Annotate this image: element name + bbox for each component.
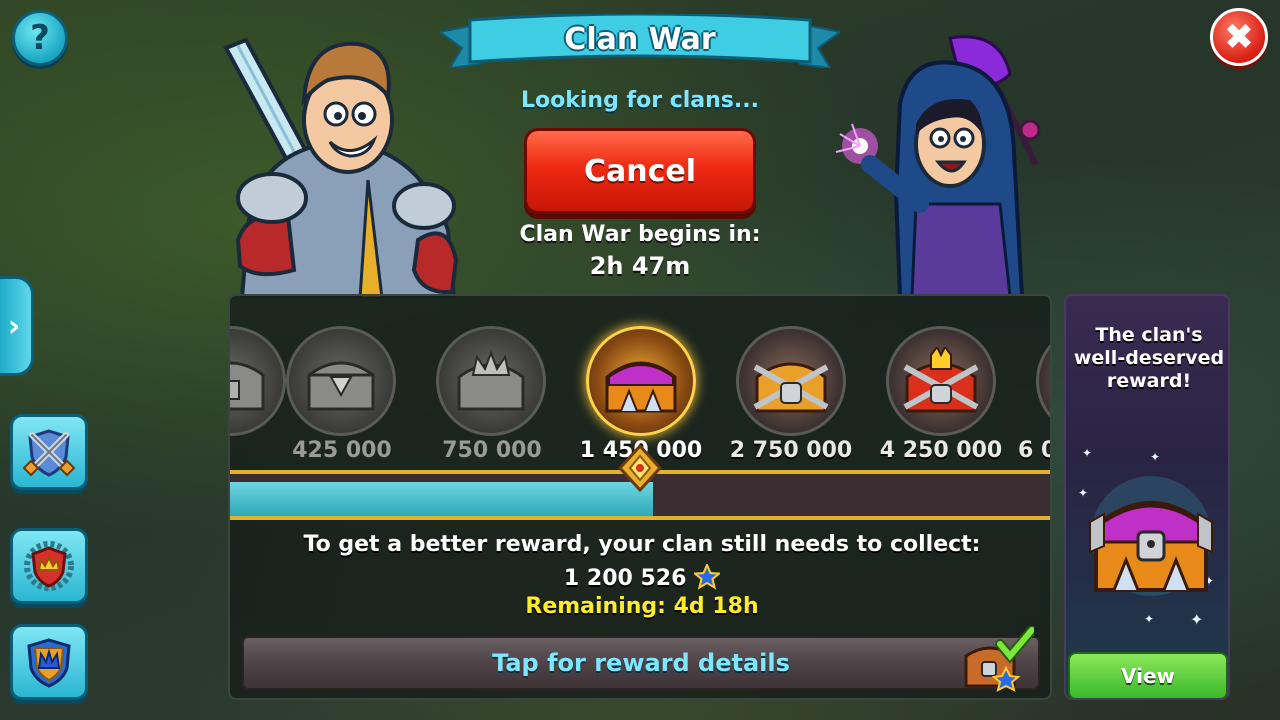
reward-track-panel: 0 425 000 750 000 1 450 00	[228, 294, 1052, 700]
silver-crown-chest-icon	[457, 350, 525, 411]
chest-tier-0[interactable]	[230, 326, 286, 436]
reward-title-line1: The clan's	[1095, 324, 1203, 346]
search-status: Looking for clans...	[521, 88, 759, 113]
collect-amount-value: 1 200 526	[563, 566, 687, 591]
sparkle-icon: ✦	[1082, 446, 1093, 460]
chest-tier-6[interactable]	[1036, 326, 1052, 436]
knight-character	[223, 37, 459, 298]
sparkle-icon: ✦	[1190, 610, 1204, 629]
chained-red-chest-icon	[903, 347, 979, 413]
progress-fill	[230, 482, 653, 516]
reward-details-label: Tap for reward details	[492, 649, 790, 677]
crossed-swords-shield-icon	[22, 429, 76, 477]
silver-chest-icon	[230, 361, 265, 411]
sparkle-icon: ✦	[1150, 450, 1161, 464]
reward-title-line3: reward!	[1106, 370, 1192, 392]
chest-tier-3-current[interactable]	[586, 326, 696, 436]
sidebar-clan-rank-button[interactable]	[10, 528, 88, 604]
chevron-right-icon: ›	[7, 308, 21, 344]
crown-laurel-badge-icon	[24, 541, 74, 591]
side-panel-toggle[interactable]: ›	[0, 276, 34, 376]
purple-chest-icon	[1051, 347, 1052, 417]
war-begins-timer: 2h 47m	[589, 252, 691, 280]
remaining-time: Remaining: 4d 18h	[525, 594, 759, 619]
chest-tier-2[interactable]	[436, 326, 546, 436]
chest-tier-5[interactable]	[886, 326, 996, 436]
witch-character	[835, 35, 1041, 296]
silver-chest-icon	[307, 361, 375, 411]
chained-chest-icon	[753, 362, 829, 413]
help-icon: ?	[30, 18, 50, 58]
clan-reward-panel: The clan's well-deserved reward! ✦ ✦ ✦ ✦…	[1064, 294, 1230, 700]
war-begins-label: Clan War begins in:	[519, 222, 761, 247]
blue-star-icon	[692, 562, 722, 590]
reward-title: The clan's well-deserved reward!	[1066, 324, 1228, 393]
close-icon: ✖	[1223, 16, 1255, 58]
view-label: View	[1120, 664, 1176, 688]
collect-instruction: To get a better reward, your clan still …	[303, 532, 981, 557]
close-button[interactable]: ✖	[1210, 8, 1268, 66]
chest-value-4: 2 750 000	[729, 438, 853, 463]
chest-check-icon	[964, 626, 1034, 692]
reward-details-button[interactable]: Tap for reward details	[242, 626, 1040, 692]
crown-shield-icon	[27, 638, 71, 688]
help-button[interactable]: ?	[12, 10, 68, 66]
sparkle-icon: ✦	[1144, 612, 1155, 626]
chest-value-1: 425 000	[292, 438, 392, 463]
collect-amount: 1 200 526	[230, 562, 1050, 591]
view-reward-button[interactable]: View	[1068, 652, 1228, 698]
title-banner: Clan War	[440, 14, 840, 68]
chest-value-6: 6 0	[1018, 438, 1050, 463]
cancel-button[interactable]: Cancel	[524, 128, 756, 214]
progress-marker-icon	[617, 444, 663, 492]
purple-chest-icon	[1089, 476, 1213, 596]
reward-title-line2: well-deserved	[1073, 347, 1225, 369]
sidebar-clan-war-button[interactable]	[10, 414, 88, 490]
purple-chest-icon	[605, 361, 677, 413]
chest-tier-4[interactable]	[736, 326, 846, 436]
sidebar-clan-button[interactable]	[10, 624, 88, 700]
chest-value-2: 750 000	[442, 438, 542, 463]
chest-value-5: 4 250 000	[879, 438, 1003, 463]
page-title: Clan War	[564, 22, 716, 57]
cancel-label: Cancel	[583, 153, 697, 189]
chest-tier-1[interactable]	[286, 326, 396, 436]
